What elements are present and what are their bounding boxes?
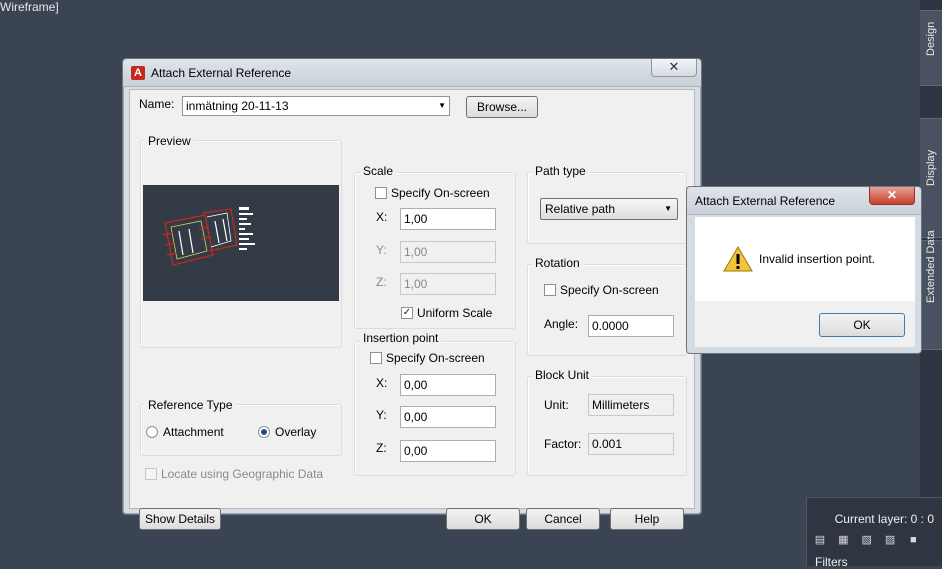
uniform-scale-checkbox[interactable]: ✓ — [401, 307, 413, 319]
overlay-radio[interactable] — [258, 426, 270, 438]
dialog-close-button[interactable]: ✕ — [651, 59, 697, 77]
overlay-label[interactable]: Overlay — [275, 425, 316, 439]
insertion-title: Insertion point — [360, 331, 442, 345]
scale-x-label: X: — [376, 210, 388, 224]
path-type-select[interactable]: Relative path ▼ — [540, 198, 678, 220]
help-button[interactable]: Help — [610, 508, 684, 530]
rotation-specify-label[interactable]: Specify On-screen — [560, 283, 659, 297]
cancel-button[interactable]: Cancel — [526, 508, 600, 530]
alert-message: Invalid insertion point. — [759, 252, 876, 266]
alert-ok-button[interactable]: OK — [819, 313, 905, 337]
name-combo[interactable]: inmätning 20-11-13 ▼ — [182, 96, 450, 116]
scale-y-input[interactable]: 1,00 — [400, 241, 496, 263]
dialog-client: Name: inmätning 20-11-13 ▼ Browse... Pre… — [129, 89, 695, 530]
preview-title: Preview — [145, 134, 194, 148]
new-vp-layer-icon[interactable]: ▦ — [836, 534, 850, 546]
insertion-specify-checkbox[interactable] — [370, 352, 382, 364]
attach-xref-dialog: A Attach External Reference ✕ Name: inmä… — [122, 58, 702, 530]
alert-close-button[interactable]: ✕ — [869, 187, 915, 205]
layer-states-icon[interactable]: ■ — [906, 534, 920, 546]
tab-extended-data[interactable]: Extended Data — [920, 230, 942, 350]
uniform-scale-label[interactable]: Uniform Scale — [417, 306, 492, 320]
factor-label: Factor: — [544, 437, 582, 451]
name-value: inmätning 20-11-13 — [186, 99, 289, 113]
filters-label: Filters — [815, 555, 848, 569]
scale-y-label: Y: — [376, 243, 387, 257]
path-type-value: Relative path — [545, 202, 616, 216]
warning-icon — [723, 246, 753, 272]
scale-title: Scale — [360, 164, 397, 178]
browse-button[interactable]: Browse... — [466, 96, 538, 118]
dialog-title: Attach External Reference — [151, 66, 292, 80]
factor-value: 0.001 — [588, 433, 674, 455]
viewport-style-label[interactable]: Wireframe] — [0, 0, 59, 14]
insertion-y-input[interactable]: 0,00 — [400, 406, 496, 428]
alert-titlebar[interactable]: Attach External Reference ✕ — [687, 187, 921, 215]
chevron-down-icon: ▼ — [664, 204, 672, 213]
insertion-x-input[interactable]: 0,00 — [400, 374, 496, 396]
ok-button[interactable]: OK — [446, 508, 520, 530]
scale-z-label: Z: — [376, 275, 387, 289]
scale-z-input[interactable]: 1,00 — [400, 273, 496, 295]
invalid-insertion-alert: Attach External Reference ✕ Invalid inse… — [686, 186, 922, 354]
insertion-y-label: Y: — [376, 408, 387, 422]
new-layer-icon[interactable]: ▤ — [813, 534, 827, 546]
show-details-button[interactable]: Show Details — [139, 508, 221, 530]
geo-data-checkbox[interactable] — [145, 468, 157, 480]
insertion-x-label: X: — [376, 376, 388, 390]
insertion-z-label: Z: — [376, 441, 387, 455]
layer-panel: Current layer: 0 : 0 ▤ ▦ ▧ ▨ ■ Filters — [806, 497, 942, 569]
insertion-z-input[interactable]: 0,00 — [400, 440, 496, 462]
attachment-label[interactable]: Attachment — [163, 425, 224, 439]
rotation-group — [527, 264, 687, 356]
xref-preview-image — [143, 185, 339, 301]
set-current-icon[interactable]: ▨ — [883, 534, 897, 546]
tab-design[interactable]: Design — [920, 10, 942, 86]
chevron-down-icon: ▼ — [438, 101, 446, 110]
reference-type-title: Reference Type — [145, 398, 236, 412]
angle-label: Angle: — [544, 317, 579, 331]
block-unit-group — [527, 376, 687, 476]
scale-x-input[interactable]: 1,00 — [400, 208, 496, 230]
current-layer-label: Current layer: 0 : 0 — [834, 512, 934, 526]
autocad-icon: A — [131, 66, 145, 80]
insertion-specify-label[interactable]: Specify On-screen — [386, 351, 485, 365]
scale-specify-checkbox[interactable] — [375, 187, 387, 199]
attachment-radio[interactable] — [146, 426, 158, 438]
angle-input[interactable]: 0.0000 — [588, 315, 674, 337]
unit-label: Unit: — [544, 398, 569, 412]
geo-data-label: Locate using Geographic Data — [161, 467, 324, 481]
alert-body: Invalid insertion point. — [695, 217, 915, 301]
block-unit-title: Block Unit — [532, 368, 593, 382]
scale-specify-label[interactable]: Specify On-screen — [391, 186, 490, 200]
delete-layer-icon[interactable]: ▧ — [860, 534, 874, 546]
alert-title: Attach External Reference — [695, 194, 836, 208]
unit-value: Millimeters — [588, 394, 674, 416]
path-type-title: Path type — [532, 164, 589, 178]
rotation-title: Rotation — [532, 256, 583, 270]
floor-plan-thumbnail — [162, 207, 255, 266]
tab-display[interactable]: Display — [920, 118, 942, 238]
rotation-specify-checkbox[interactable] — [544, 284, 556, 296]
alert-footer: OK — [695, 301, 915, 347]
dialog-titlebar[interactable]: A Attach External Reference ✕ — [123, 59, 701, 87]
name-label: Name: — [139, 97, 175, 111]
